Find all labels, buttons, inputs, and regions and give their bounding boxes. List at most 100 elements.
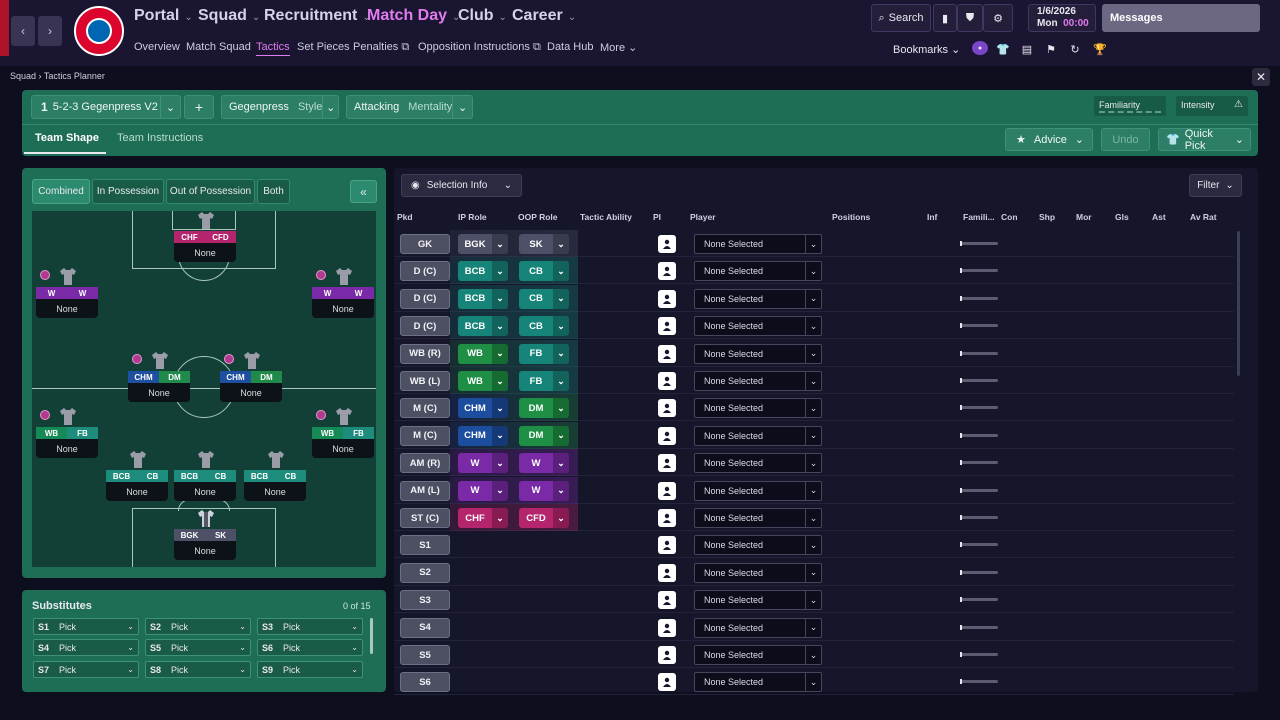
bookmark-button[interactable]: ▮ xyxy=(933,4,957,32)
oop-role-select[interactable]: W ⌄ xyxy=(519,453,569,474)
player-instructions-button[interactable] xyxy=(658,399,676,418)
position-button[interactable]: S2 xyxy=(400,562,450,583)
settings-button[interactable]: ⚙ xyxy=(983,4,1013,32)
position-button[interactable]: AM (L) xyxy=(400,480,450,501)
column-header[interactable]: Famili... xyxy=(963,212,995,222)
column-header[interactable]: Positions xyxy=(832,212,870,222)
pitch-player-slot[interactable]: BGK SK None xyxy=(174,508,236,566)
ip-role-select[interactable]: CHM ⌄ xyxy=(458,398,508,419)
inbox-icon[interactable]: ● xyxy=(972,41,988,55)
player-instructions-button[interactable] xyxy=(658,426,676,445)
position-button[interactable]: S6 xyxy=(400,672,450,693)
player-select[interactable]: None Selected ⌄ xyxy=(694,234,822,254)
player-instructions-button[interactable] xyxy=(658,235,676,253)
nav-career[interactable]: Career ⌄ xyxy=(512,7,576,29)
oop-role-select[interactable]: DM ⌄ xyxy=(519,398,569,419)
column-header[interactable]: Gls xyxy=(1115,212,1129,222)
position-button[interactable]: AM (R) xyxy=(400,453,450,474)
table-row[interactable]: WB (L) WB ⌄ FB ⌄ None Selected ⌄ xyxy=(394,367,1234,394)
oop-role-select[interactable]: CB ⌄ xyxy=(519,261,569,282)
ip-role-select[interactable]: CHM ⌄ xyxy=(458,425,508,446)
messages-button[interactable]: Messages xyxy=(1102,4,1260,32)
substitute-select[interactable]: S8 Pick ⌄ xyxy=(145,661,251,678)
advice-button[interactable]: ★ Advice ⌄ xyxy=(1005,128,1093,151)
pitch-player-slot[interactable]: WB FB None xyxy=(36,406,98,464)
pitch-player-slot[interactable]: CHM DM None xyxy=(128,350,190,408)
close-button[interactable]: ✕ xyxy=(1252,68,1270,86)
subnav-penalties[interactable]: Penalties ⧉ xyxy=(353,41,409,54)
ip-role-select[interactable]: WB ⌄ xyxy=(458,343,508,364)
pitch-player-slot[interactable]: W W None xyxy=(312,266,374,324)
player-select[interactable]: None Selected ⌄ xyxy=(694,316,822,337)
table-row[interactable]: M (C) CHM ⌄ DM ⌄ None Selected ⌄ xyxy=(394,421,1234,449)
pitch-player-slot[interactable]: BCB CB None xyxy=(174,449,236,507)
player-select[interactable]: None Selected ⌄ xyxy=(694,672,822,693)
table-row[interactable]: S4 None Selected ⌄ xyxy=(394,614,1234,641)
player-select[interactable]: None Selected ⌄ xyxy=(694,562,822,583)
player-select[interactable]: None Selected ⌄ xyxy=(694,343,822,364)
table-row[interactable]: AM (R) W ⌄ W ⌄ None Selected ⌄ xyxy=(394,449,1234,477)
position-button[interactable]: S5 xyxy=(400,645,450,665)
tab-combined[interactable]: Combined xyxy=(32,179,90,204)
position-button[interactable]: GK xyxy=(400,234,450,254)
ip-role-select[interactable]: BCB ⌄ xyxy=(458,261,508,282)
ip-role-select[interactable]: W ⌄ xyxy=(458,453,508,474)
pitch-player-slot[interactable]: WB FB None xyxy=(312,406,374,464)
substitute-select[interactable]: S2 Pick ⌄ xyxy=(145,618,251,635)
oop-role-select[interactable]: CFD ⌄ xyxy=(519,508,569,528)
table-row[interactable]: WB (R) WB ⌄ FB ⌄ None Selected ⌄ xyxy=(394,339,1234,367)
player-instructions-button[interactable] xyxy=(658,563,676,582)
substitute-select[interactable]: S3 Pick ⌄ xyxy=(257,618,363,635)
nav-squad[interactable]: Squad ⌄ xyxy=(198,7,260,29)
player-instructions-button[interactable] xyxy=(658,454,676,473)
column-header[interactable]: Player xyxy=(690,212,716,222)
subnav-match-squad[interactable]: Match Squad xyxy=(186,41,251,53)
column-header[interactable]: Ast xyxy=(1152,212,1166,222)
subnav-more[interactable]: More ⌄ xyxy=(600,41,637,54)
subs-scrollbar[interactable] xyxy=(370,618,373,654)
substitute-select[interactable]: S1 Pick ⌄ xyxy=(33,618,139,635)
oop-role-select[interactable]: FB ⌄ xyxy=(519,343,569,364)
table-row[interactable]: S6 None Selected ⌄ xyxy=(394,668,1234,696)
player-instructions-button[interactable] xyxy=(658,536,676,555)
player-instructions-button[interactable] xyxy=(658,372,676,390)
oop-role-select[interactable]: CB ⌄ xyxy=(519,316,569,337)
table-row[interactable]: M (C) CHM ⌄ DM ⌄ None Selected ⌄ xyxy=(394,394,1234,422)
player-select[interactable]: None Selected ⌄ xyxy=(694,261,822,282)
position-button[interactable]: D (C) xyxy=(400,261,450,282)
training-icon[interactable]: ⚑ xyxy=(1042,40,1060,58)
player-instructions-button[interactable] xyxy=(658,289,676,308)
table-row[interactable]: D (C) BCB ⌄ CB ⌄ None Selected ⌄ xyxy=(394,312,1234,340)
player-instructions-button[interactable] xyxy=(658,481,676,500)
column-header[interactable]: IP Role xyxy=(458,212,487,222)
player-select[interactable]: None Selected ⌄ xyxy=(694,535,822,556)
position-button[interactable]: WB (R) xyxy=(400,343,450,364)
table-row[interactable]: D (C) BCB ⌄ CB ⌄ None Selected ⌄ xyxy=(394,284,1234,312)
player-select[interactable]: None Selected ⌄ xyxy=(694,480,822,501)
pitch-player-slot[interactable]: CHF CFD None xyxy=(174,210,236,268)
position-button[interactable]: S3 xyxy=(400,590,450,611)
player-instructions-button[interactable] xyxy=(658,618,676,637)
oop-role-select[interactable]: DM ⌄ xyxy=(519,425,569,446)
shirt-icon[interactable]: 👕 xyxy=(994,40,1012,58)
substitute-select[interactable]: S6 Pick ⌄ xyxy=(257,639,363,656)
quick-pick-button[interactable]: 👕 Quick Pick ⌄ xyxy=(1158,128,1251,152)
forward-button[interactable]: › xyxy=(38,16,62,46)
ip-role-select[interactable]: W ⌄ xyxy=(458,480,508,501)
back-button[interactable]: ‹ xyxy=(11,16,35,46)
player-select[interactable]: None Selected ⌄ xyxy=(694,508,822,528)
column-header[interactable]: Mor xyxy=(1076,212,1092,222)
notepad-icon[interactable]: ▤ xyxy=(1018,40,1036,58)
substitute-select[interactable]: S5 Pick ⌄ xyxy=(145,639,251,656)
selection-info-dropdown[interactable]: ◉ Selection Info ⌄ xyxy=(401,174,522,197)
player-instructions-button[interactable] xyxy=(658,673,676,692)
table-row[interactable]: GK BGK ⌄ SK ⌄ None Selected ⌄ xyxy=(394,230,1234,257)
oop-role-select[interactable]: SK ⌄ xyxy=(519,234,569,254)
nav-portal[interactable]: Portal ⌄ xyxy=(134,7,193,29)
player-instructions-button[interactable] xyxy=(658,262,676,281)
pitch-player-slot[interactable]: BCB CB None xyxy=(244,449,306,507)
position-button[interactable]: WB (L) xyxy=(400,371,450,391)
player-select[interactable]: None Selected ⌄ xyxy=(694,425,822,446)
column-header[interactable]: OOP Role xyxy=(518,212,558,222)
subnav-overview[interactable]: Overview xyxy=(134,41,180,53)
